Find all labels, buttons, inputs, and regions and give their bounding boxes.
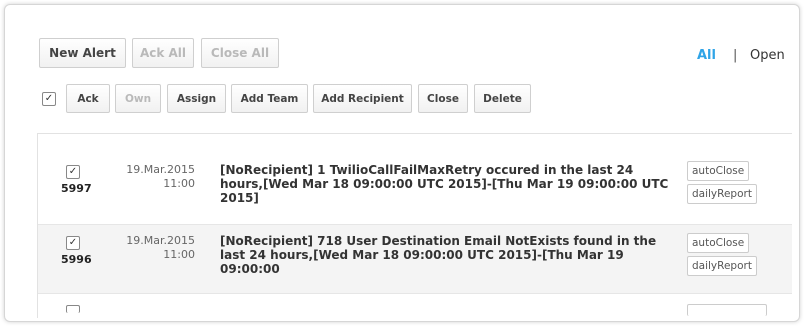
alert-time: 11:00: [163, 248, 195, 261]
tag-badge[interactable]: [687, 304, 767, 316]
alert-date: 19.Mar.2015: [126, 234, 195, 247]
alert-time: 11:00: [163, 177, 195, 190]
tag-badge[interactable]: dailyReport: [687, 256, 757, 276]
tag-badge[interactable]: dailyReport: [687, 184, 757, 204]
alert-message-line: 2015]: [220, 191, 259, 205]
filter-open-link[interactable]: Open: [750, 48, 785, 63]
ack-all-button[interactable]: Ack All: [132, 38, 194, 68]
alert-message-line: [NoRecipient] 718 User Destination Email…: [220, 234, 657, 248]
filter-all-link[interactable]: All: [697, 48, 716, 63]
alert-id[interactable]: 5997: [61, 182, 92, 195]
alert-message-line: last 24 hours,[Wed Mar 18 09:00:00 UTC 2…: [220, 248, 624, 276]
select-all-checkbox[interactable]: ✓: [42, 92, 56, 106]
alert-message[interactable]: [NoRecipient] 1 TwilioCallFailMaxRetry o…: [220, 163, 670, 205]
tag-badge[interactable]: autoClose: [687, 161, 750, 181]
delete-button[interactable]: Delete: [474, 84, 531, 113]
row-checkbox[interactable]: ✓: [66, 165, 80, 179]
alert-date: 19.Mar.2015: [126, 163, 195, 176]
add-team-button[interactable]: Add Team: [231, 84, 308, 113]
close-all-button[interactable]: Close All: [201, 38, 279, 68]
new-alert-button[interactable]: New Alert: [39, 38, 126, 68]
alert-message-line: hours,[Wed Mar 18 09:00:00 UTC 2015]-[Th…: [220, 177, 669, 191]
assign-button[interactable]: Assign: [167, 84, 226, 113]
ack-button[interactable]: Ack: [66, 84, 110, 113]
alert-id[interactable]: 5996: [61, 253, 92, 266]
row-divider: [38, 293, 792, 294]
alert-message-line: [NoRecipient] 1 TwilioCallFailMaxRetry o…: [220, 163, 634, 177]
add-recipient-button[interactable]: Add Recipient: [313, 84, 412, 113]
filter-separator: |: [733, 48, 738, 63]
row-checkbox[interactable]: [66, 305, 80, 313]
close-button[interactable]: Close: [418, 84, 468, 113]
own-button[interactable]: Own: [115, 84, 161, 113]
row-checkbox[interactable]: ✓: [66, 236, 80, 250]
tag-badge[interactable]: autoClose: [687, 233, 750, 253]
alert-message[interactable]: [NoRecipient] 718 User Destination Email…: [220, 234, 670, 276]
